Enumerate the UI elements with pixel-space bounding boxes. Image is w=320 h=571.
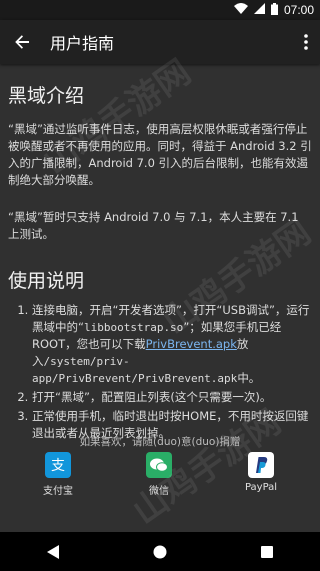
status-bar: 07:00 xyxy=(0,0,320,20)
svg-text:支: 支 xyxy=(51,458,65,474)
alipay-icon: 支 xyxy=(45,452,71,478)
app-bar: 用户指南 xyxy=(0,20,320,64)
wechat-button[interactable]: 微信 xyxy=(129,452,189,497)
paypal-icon xyxy=(248,452,274,478)
battery-icon xyxy=(270,2,278,18)
step1-code-path: /system/priv-app/PrivBrevent/PrivBrevent… xyxy=(32,355,238,385)
back-triangle-icon[interactable] xyxy=(33,532,73,571)
usage-heading: 使用说明 xyxy=(8,270,85,292)
wechat-icon xyxy=(146,452,172,478)
usage-step-1: 连接电脑，开启“开发者选项”，打开“USB调试”，运行黑域中的“libboots… xyxy=(32,302,312,387)
recents-square-icon[interactable] xyxy=(247,532,287,571)
usage-steps: 连接电脑，开启“开发者选项”，打开“USB调试”，运行黑域中的“libboots… xyxy=(8,302,312,444)
alipay-button[interactable]: 支 支付宝 xyxy=(28,452,88,497)
signal-icon xyxy=(253,3,265,17)
wechat-label: 微信 xyxy=(149,486,169,497)
status-icons: 07:00 xyxy=(233,0,314,20)
donate-text: 如果喜欢，请随(duo)意(duo)捐赠 xyxy=(79,436,241,448)
page-title: 用户指南 xyxy=(50,34,115,53)
arrow-back-icon[interactable] xyxy=(0,20,44,64)
intro-paragraph-2: “黑域”暂时只支持 Android 7.0 与 7.1，本人主要在 7.1 上测… xyxy=(8,210,299,241)
navigation-bar xyxy=(0,532,320,571)
more-vert-icon[interactable] xyxy=(292,20,320,64)
step1-code-lib: libbootstrap.so xyxy=(83,321,184,334)
paypal-label: PayPal xyxy=(244,482,278,493)
usage-step-2: 打开“黑域”，配置阻止列表(这个只需要一次)。 xyxy=(32,389,312,406)
step1-text-d: 中。 xyxy=(237,371,261,385)
paypal-button[interactable]: PayPal xyxy=(231,452,291,493)
status-time: 07:00 xyxy=(283,3,314,17)
intro-paragraph-1: “黑域”通过监听事件日志，使用高层权限休眠或者强行停止被唤醒或者不再使用的应用。… xyxy=(8,122,312,187)
donate-options: 支 支付宝 微信 PayPal xyxy=(0,452,320,502)
wifi-icon xyxy=(233,3,248,17)
privbrevent-apk-link[interactable]: PrivBrevent.apk xyxy=(146,337,237,351)
home-circle-icon[interactable] xyxy=(140,532,180,571)
alipay-label: 支付宝 xyxy=(43,486,73,497)
intro-heading: 黑域介绍 xyxy=(8,85,85,107)
